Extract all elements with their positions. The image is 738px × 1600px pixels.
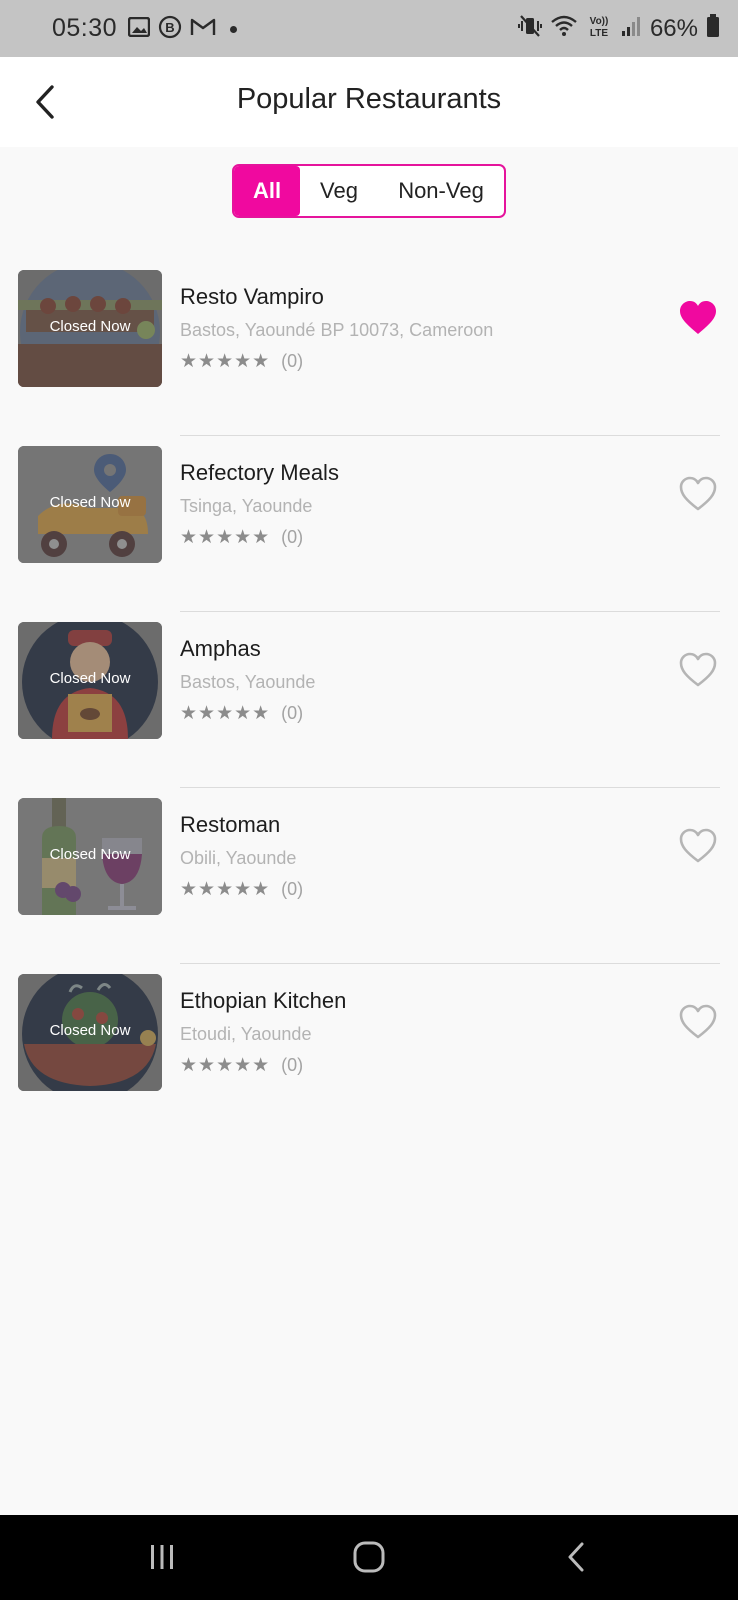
restaurant-name: Restoman bbox=[180, 812, 281, 837]
status-bar: 05:30 B Vo)) LTE 66% bbox=[0, 0, 738, 57]
wifi-icon bbox=[550, 15, 578, 42]
star-rating-icons: ★★★★★ bbox=[180, 527, 271, 548]
restaurant-item[interactable]: Closed Now Ethopian Kitchen Etoudi, Yaou… bbox=[0, 964, 738, 1140]
home-icon bbox=[353, 1541, 385, 1573]
favorite-button[interactable] bbox=[676, 1000, 720, 1044]
restaurant-image: Closed Now bbox=[18, 270, 162, 387]
restaurant-name: Refectory Meals bbox=[180, 460, 339, 485]
star-rating-icons: ★★★★★ bbox=[180, 879, 271, 900]
filter-tab-all[interactable]: All bbox=[234, 166, 300, 216]
restaurant-image: Closed Now bbox=[18, 798, 162, 915]
restaurant-item[interactable]: Closed Now Refectory Meals Tsinga, Yaoun… bbox=[0, 436, 738, 612]
heart-outline-icon bbox=[679, 476, 717, 511]
heart-outline-icon bbox=[679, 1004, 717, 1039]
recent-apps-icon bbox=[151, 1545, 173, 1569]
heart-filled-icon bbox=[680, 301, 716, 334]
status-time: 05:30 bbox=[52, 14, 118, 42]
system-back-button[interactable] bbox=[554, 1535, 598, 1579]
battery-percentage: 66% bbox=[649, 14, 698, 42]
restaurant-image: Closed Now bbox=[18, 974, 162, 1091]
heart-outline-icon bbox=[679, 828, 717, 863]
whatsapp-business-icon: B bbox=[158, 15, 182, 44]
heart-outline-icon bbox=[679, 652, 717, 687]
restaurant-address: Bastos, Yaounde bbox=[180, 672, 316, 692]
rating: ★★★★★ (0) bbox=[180, 526, 303, 549]
restaurant-name: Resto Vampiro bbox=[180, 284, 324, 309]
restaurant-address: Etoudi, Yaounde bbox=[180, 1024, 312, 1044]
volte-icon: Vo)) LTE bbox=[586, 14, 612, 43]
page-title: Popular Restaurants bbox=[236, 83, 502, 115]
rating: ★★★★★ (0) bbox=[180, 1054, 303, 1077]
favorite-button[interactable] bbox=[676, 472, 720, 516]
notification-icons: B bbox=[127, 15, 237, 44]
restaurant-address: Bastos, Yaoundé BP 10073, Cameroon bbox=[180, 320, 494, 340]
rating-count: (0) bbox=[281, 527, 304, 547]
svg-text:B: B bbox=[165, 20, 174, 35]
system-navigation-bar bbox=[0, 1515, 738, 1600]
recent-apps-button[interactable] bbox=[140, 1535, 184, 1579]
filter-tab-veg[interactable]: Veg bbox=[300, 166, 378, 216]
gmail-icon bbox=[190, 17, 216, 42]
rating-count: (0) bbox=[281, 1055, 304, 1075]
star-rating-icons: ★★★★★ bbox=[180, 351, 271, 372]
rating: ★★★★★ (0) bbox=[180, 878, 303, 901]
restaurant-address: Tsinga, Yaounde bbox=[180, 496, 313, 516]
home-button[interactable] bbox=[347, 1535, 391, 1579]
restaurant-image: Closed Now bbox=[18, 446, 162, 563]
favorite-button[interactable] bbox=[676, 648, 720, 692]
restaurant-list: Closed Now Resto Vampiro Bastos, Yaoundé… bbox=[0, 260, 738, 1140]
restaurant-item[interactable]: Closed Now Restoman Obili, Yaounde ★★★★★… bbox=[0, 788, 738, 964]
restaurant-address: Obili, Yaounde bbox=[180, 848, 297, 868]
svg-text:Vo)): Vo)) bbox=[590, 16, 609, 27]
restaurant-item[interactable]: Closed Now Amphas Bastos, Yaounde ★★★★★ … bbox=[0, 612, 738, 788]
star-rating-icons: ★★★★★ bbox=[180, 1055, 271, 1076]
app-header: Popular Restaurants bbox=[0, 57, 738, 147]
favorite-button[interactable] bbox=[676, 824, 720, 868]
favorite-button[interactable] bbox=[676, 296, 720, 340]
closed-badge: Closed Now bbox=[49, 1022, 131, 1039]
signal-icon bbox=[620, 15, 642, 42]
rating-count: (0) bbox=[281, 351, 304, 371]
rating-count: (0) bbox=[281, 879, 304, 899]
restaurant-name: Ethopian Kitchen bbox=[180, 988, 347, 1013]
system-icons: Vo)) LTE 66% bbox=[517, 14, 720, 43]
restaurant-name: Amphas bbox=[180, 636, 261, 661]
closed-badge: Closed Now bbox=[49, 494, 131, 511]
svg-text:LTE: LTE bbox=[590, 28, 608, 38]
mute-vibrate-icon bbox=[517, 15, 542, 42]
gallery-icon bbox=[127, 16, 151, 42]
rating: ★★★★★ (0) bbox=[180, 350, 303, 373]
back-icon bbox=[568, 1542, 584, 1572]
filter-tab-non-veg[interactable]: Non-Veg bbox=[378, 166, 504, 216]
restaurant-item[interactable]: Closed Now Resto Vampiro Bastos, Yaoundé… bbox=[0, 260, 738, 436]
more-notifications-dot bbox=[230, 26, 237, 33]
closed-badge: Closed Now bbox=[49, 670, 131, 687]
restaurant-image: Closed Now bbox=[18, 622, 162, 739]
diet-filter: All Veg Non-Veg bbox=[232, 164, 506, 218]
star-rating-icons: ★★★★★ bbox=[180, 703, 271, 724]
closed-badge: Closed Now bbox=[49, 846, 131, 863]
battery-icon bbox=[706, 14, 720, 43]
rating: ★★★★★ (0) bbox=[180, 702, 303, 725]
closed-badge: Closed Now bbox=[49, 318, 131, 335]
rating-count: (0) bbox=[281, 703, 304, 723]
